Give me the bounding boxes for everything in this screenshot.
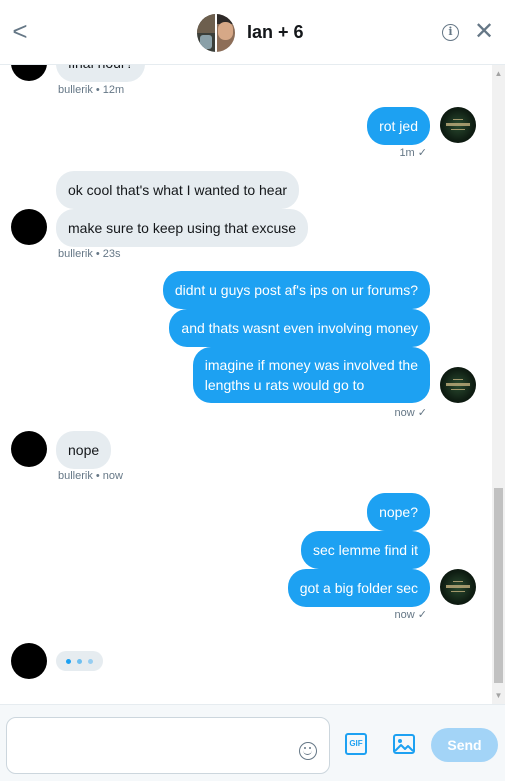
my-avatar[interactable] [440,367,476,403]
message-list-scrollbar[interactable]: ▲ ▼ [492,65,505,704]
outgoing-message-bubble[interactable]: and thats wasnt even involving money [169,309,430,347]
incoming-message-bubble[interactable]: final hour? [56,65,146,82]
my-avatar[interactable] [440,107,476,143]
message-composer [0,704,505,781]
group-avatar[interactable] [197,14,235,52]
message-input[interactable] [6,717,330,774]
message-meta: bullerik • 12m [58,84,125,96]
conversation-header: < Ian + 6 i ✕ [0,0,505,65]
sender-avatar[interactable] [11,209,47,245]
info-icon[interactable]: i [442,24,459,41]
group-member-photo [197,14,216,52]
message-status: 1m ✓ [399,147,427,159]
scroll-down-arrow-icon[interactable]: ▼ [492,689,505,702]
outgoing-message-bubble[interactable]: imagine if money was involved the length… [192,347,430,403]
outgoing-message-bubble[interactable]: got a big folder sec [287,569,430,607]
incoming-message-bubble[interactable]: ok cool that's what I wanted to hear [56,171,300,209]
scroll-up-arrow-icon[interactable]: ▲ [492,67,505,80]
my-avatar[interactable] [440,569,476,605]
sender-avatar[interactable] [11,643,47,679]
dm-conversation-window: < Ian + 6 i ✕ final hour? bullerik • 12m… [0,0,505,781]
message-line: imagine if money was involved the [204,357,418,373]
outgoing-message-bubble[interactable]: nope? [367,493,430,531]
conversation-title[interactable]: Ian + 6 [247,20,304,44]
message-meta: bullerik • 23s [58,248,121,260]
incoming-message-bubble[interactable]: make sure to keep using that excuse [56,209,309,247]
message-status: now ✓ [394,609,427,621]
back-arrow-icon[interactable]: < [8,18,32,46]
image-icon[interactable] [393,733,415,755]
gif-button[interactable]: GIF [345,733,367,755]
send-button[interactable]: Send [431,728,498,762]
message-status: now ✓ [394,407,427,419]
outgoing-message-bubble[interactable]: sec lemme find it [300,531,430,569]
scrollbar-thumb[interactable] [494,488,503,683]
sender-avatar[interactable] [11,431,47,467]
group-member-photo [216,14,235,52]
typing-indicator [56,651,103,671]
outgoing-message-bubble[interactable]: rot jed [367,107,430,145]
incoming-message-bubble[interactable]: nope [56,431,112,469]
message-list[interactable]: final hour? bullerik • 12m rot jed 1m ✓ … [0,65,505,704]
sender-avatar[interactable] [11,65,47,81]
message-line: lengths u rats would go to [204,377,365,393]
outgoing-message-bubble[interactable]: didnt u guys post af's ips on ur forums? [162,271,430,309]
emoji-icon[interactable] [299,742,317,760]
message-meta: bullerik • now [58,470,123,482]
close-icon[interactable]: ✕ [474,19,494,45]
